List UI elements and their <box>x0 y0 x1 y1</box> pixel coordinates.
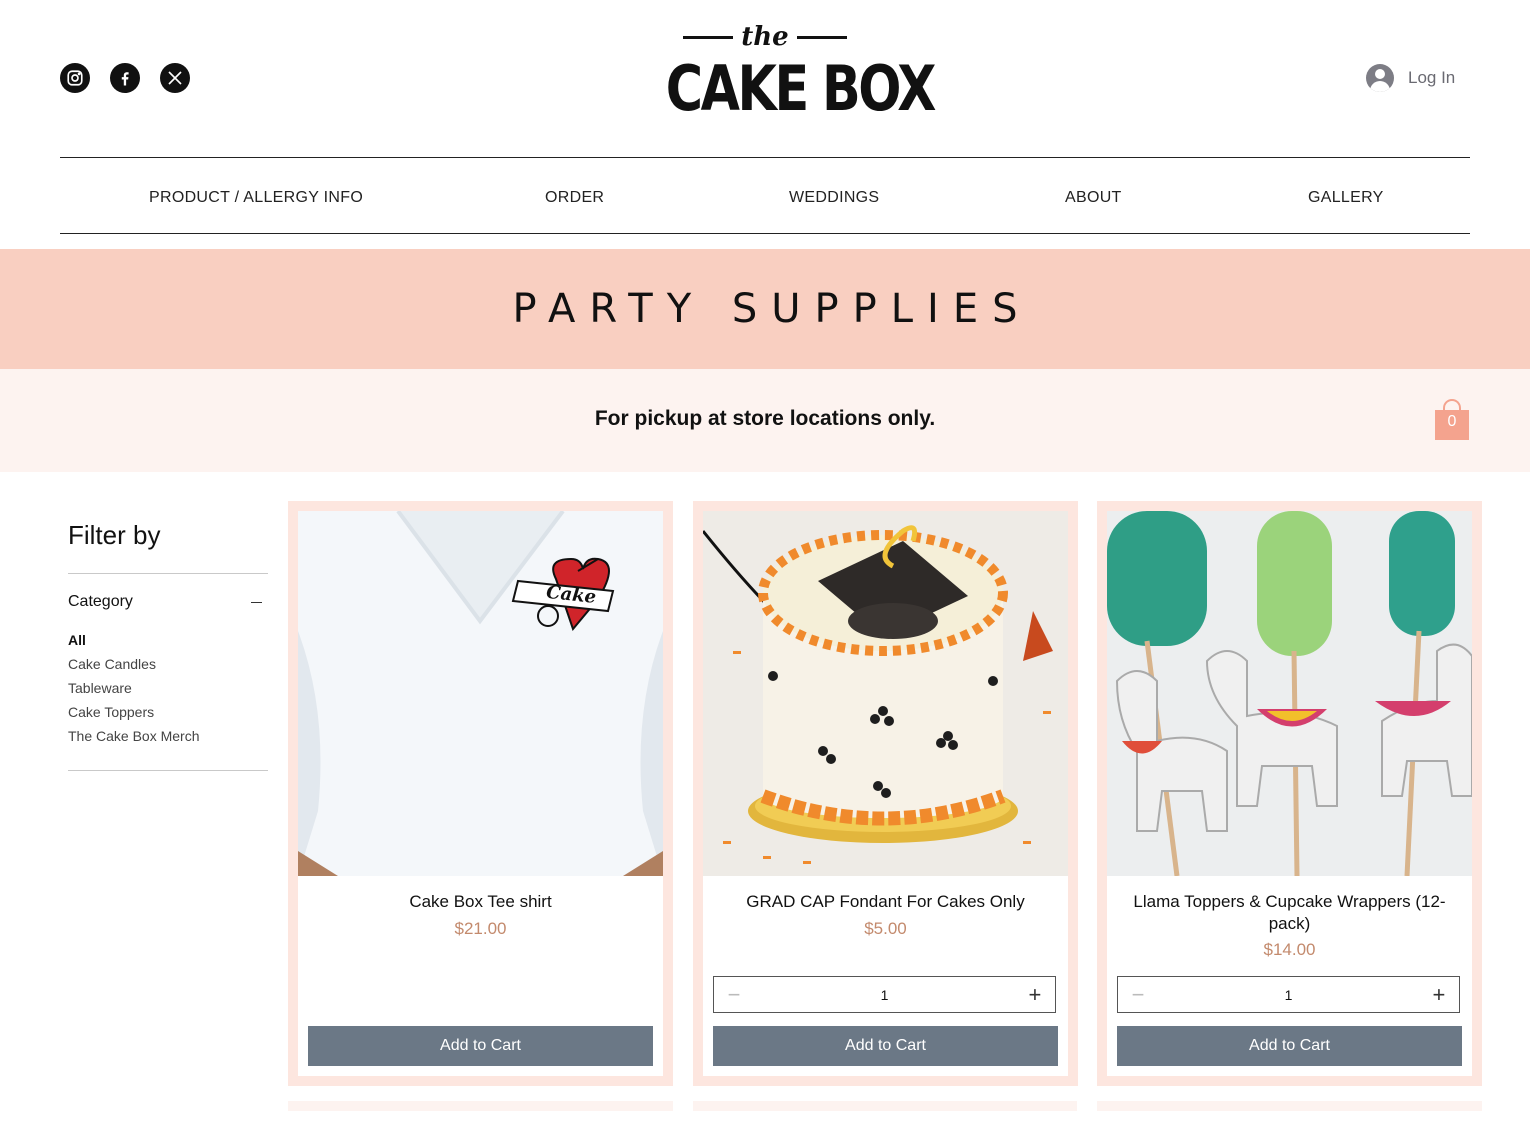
product-card: GRAD CAP Fondant For Cakes Only $5.00 − … <box>693 501 1078 1086</box>
facebook-icon[interactable] <box>110 63 140 93</box>
category-label: Category <box>68 593 133 610</box>
add-to-cart-button[interactable]: Add to Cart <box>713 1026 1058 1066</box>
product-image-grad-cap[interactable] <box>703 511 1068 876</box>
increase-button[interactable]: + <box>1429 982 1449 1008</box>
filter-title: Filter by <box>68 520 161 550</box>
user-avatar-icon <box>1366 64 1394 92</box>
instagram-icon[interactable] <box>60 63 90 93</box>
quantity-value[interactable]: 1 <box>1285 987 1293 1003</box>
decrease-button[interactable]: − <box>1128 982 1148 1008</box>
site-logo[interactable]: the CAKE BOX <box>664 22 937 134</box>
page-banner: PARTY SUPPLIES <box>0 249 1530 369</box>
category-option-tableware[interactable]: Tableware <box>68 676 268 700</box>
nav-product-allergy-info[interactable]: PRODUCT / ALLERGY INFO <box>149 189 363 207</box>
login-button[interactable]: Log In <box>1366 64 1455 92</box>
quantity-stepper[interactable]: − 1 + <box>1117 976 1460 1013</box>
add-to-cart-button[interactable]: Add to Cart <box>1117 1026 1462 1066</box>
logo-the: the <box>741 22 789 52</box>
pickup-notice: For pickup at store locations only. <box>0 369 1530 472</box>
login-label: Log In <box>1408 68 1456 87</box>
increase-button[interactable]: + <box>1025 982 1045 1008</box>
product-name[interactable]: Llama Toppers & Cupcake Wrappers (12-pac… <box>1127 891 1452 935</box>
product-card: Cake Cake Box Tee shirt $21.00 Add to Ca… <box>288 501 673 1086</box>
cart-button[interactable]: 0 <box>1434 398 1470 442</box>
product-image-llama-toppers[interactable] <box>1107 511 1472 876</box>
product-price: $21.00 <box>454 919 507 938</box>
cart-count: 0 <box>1447 413 1457 430</box>
filter-panel: Filter by Category All Cake Candles Tabl… <box>68 520 268 771</box>
page-title: PARTY SUPPLIES <box>512 286 1032 332</box>
quantity-value[interactable]: 1 <box>881 987 889 1003</box>
product-card-partial <box>693 1101 1077 1145</box>
product-price: $14.00 <box>1263 940 1316 959</box>
product-card-partial <box>288 1101 673 1145</box>
category-list: All Cake Candles Tableware Cake Toppers … <box>68 628 268 770</box>
quantity-stepper[interactable]: − 1 + <box>713 976 1056 1013</box>
pickup-notice-text: For pickup at store locations only. <box>594 407 936 430</box>
logo-name: CAKE BOX <box>665 52 937 125</box>
category-option-cake-toppers[interactable]: Cake Toppers <box>68 700 268 724</box>
category-option-cake-candles[interactable]: Cake Candles <box>68 652 268 676</box>
site-header: the CAKE BOX Log In <box>0 0 1530 157</box>
divider <box>68 770 268 771</box>
nav-order[interactable]: ORDER <box>545 189 604 207</box>
product-card-partial <box>1097 1101 1482 1145</box>
product-name[interactable]: Cake Box Tee shirt <box>318 891 643 913</box>
product-card: Llama Toppers & Cupcake Wrappers (12-pac… <box>1097 501 1482 1086</box>
social-links <box>60 63 190 93</box>
nav-gallery[interactable]: GALLERY <box>1308 189 1384 207</box>
product-price: $5.00 <box>864 919 907 938</box>
product-image-tee-shirt[interactable]: Cake <box>298 511 663 876</box>
decrease-button[interactable]: − <box>724 982 744 1008</box>
product-name[interactable]: GRAD CAP Fondant For Cakes Only <box>723 891 1048 913</box>
category-toggle[interactable]: Category <box>68 574 268 628</box>
nav-weddings[interactable]: WEDDINGS <box>789 189 879 207</box>
main-nav: PRODUCT / ALLERGY INFO ORDER WEDDINGS AB… <box>60 157 1470 234</box>
x-twitter-icon[interactable] <box>160 63 190 93</box>
nav-about[interactable]: ABOUT <box>1065 189 1122 207</box>
category-option-merch[interactable]: The Cake Box Merch <box>68 724 268 748</box>
collapse-icon <box>251 601 262 603</box>
category-option-all[interactable]: All <box>68 628 268 652</box>
add-to-cart-button[interactable]: Add to Cart <box>308 1026 653 1066</box>
